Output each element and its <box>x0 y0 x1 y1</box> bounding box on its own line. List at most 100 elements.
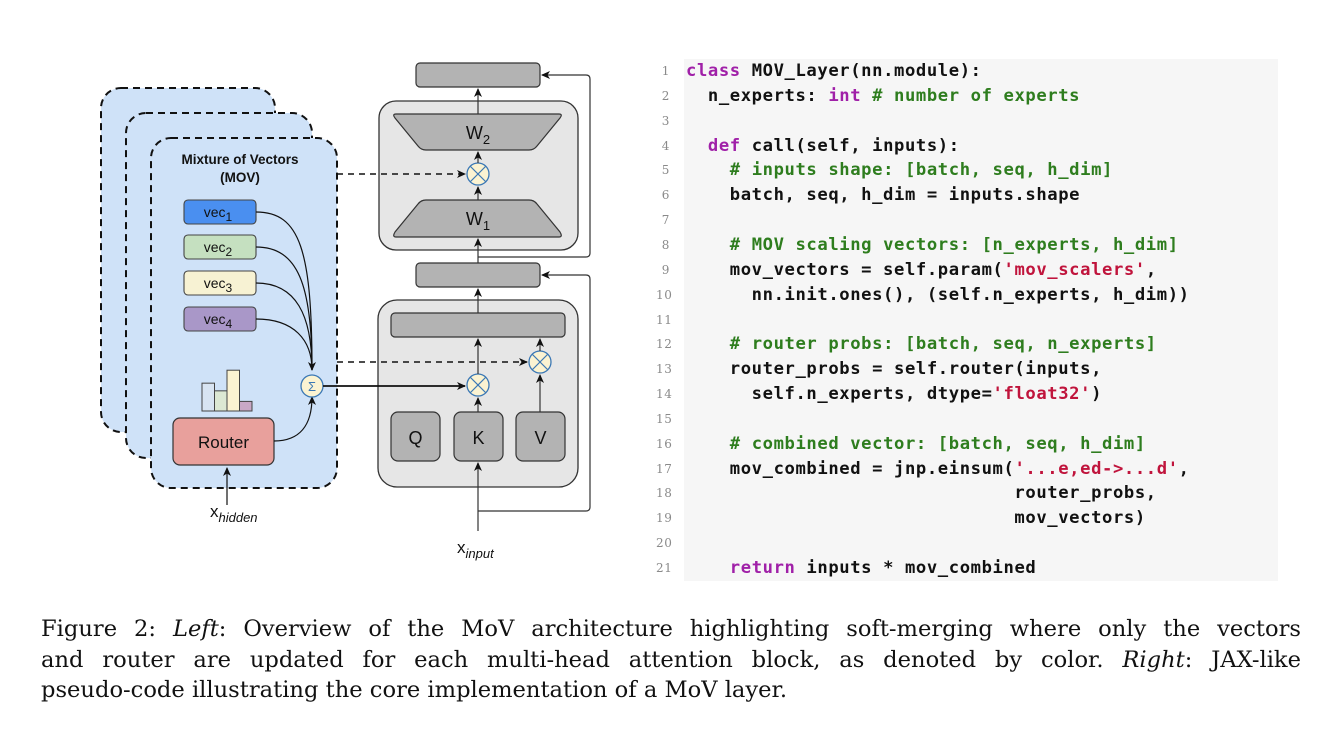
code-text: return inputs * mov_combined <box>686 556 1036 581</box>
code-string: '...e,ed->...d' <box>1014 458 1179 479</box>
line-number: 12 <box>656 337 673 352</box>
code-keyword: def <box>707 135 741 156</box>
code-token: call(self, inputs): <box>740 135 960 156</box>
code-line: 6 batch, seq, h_dim = inputs.shape <box>0 183 1332 208</box>
code-line: 8 # MOV scaling vectors: [n_experts, h_d… <box>0 233 1332 258</box>
code-keyword: return <box>729 558 796 578</box>
line-number: 11 <box>656 312 673 327</box>
code-comment: # inputs shape: [batch, seq, h_dim] <box>729 160 1113 181</box>
line-number: 18 <box>656 486 673 501</box>
code-token: , <box>1145 259 1157 280</box>
line-number: 19 <box>656 511 673 526</box>
code-keyword: class <box>686 61 741 81</box>
line-number: 5 <box>661 163 670 178</box>
caption-right-label: Right <box>1122 646 1185 673</box>
code-line: 10 nn.init.ones(), (self.n_experts, h_di… <box>0 283 1332 308</box>
code-line: 1 class MOV_Layer(nn.module): <box>0 59 1332 84</box>
code-line: 21 return inputs * mov_combined <box>0 556 1332 581</box>
code-token: MOV_Layer(nn.module): <box>740 61 982 81</box>
code-token: mov_combined = jnp.einsum( <box>686 458 1015 479</box>
code-line: 19 mov_vectors) <box>0 506 1332 531</box>
code-line: 3 <box>0 109 1332 134</box>
line-number: 7 <box>661 213 670 228</box>
code-line: 4 def call(self, inputs): <box>0 134 1332 159</box>
code-token: ) <box>1091 384 1103 405</box>
code-token: mov_vectors = self.param( <box>686 259 1004 280</box>
code-token: router_probs = self.router(inputs, <box>686 359 1103 380</box>
line-number: 9 <box>661 262 670 277</box>
line-number: 20 <box>656 536 673 551</box>
line-number: 14 <box>656 387 673 402</box>
code-string: 'mov_scalers' <box>1003 259 1146 280</box>
code-text: batch, seq, h_dim = inputs.shape <box>686 183 1080 208</box>
code-text: def call(self, inputs): <box>686 134 960 159</box>
code-token: inputs * mov_combined <box>795 558 1037 578</box>
code-token: n_experts: <box>686 85 829 106</box>
code-line: 7 <box>0 208 1332 233</box>
code-line: 5 # inputs shape: [batch, seq, h_dim] <box>0 158 1332 183</box>
code-text: mov_combined = jnp.einsum('...e,ed->...d… <box>686 457 1190 482</box>
line-number: 1 <box>661 64 670 78</box>
caption-line-2: and router are updated for each multi-he… <box>41 645 1301 676</box>
code-text: # combined vector: [batch, seq, h_dim] <box>686 432 1146 457</box>
caption-text-2: and router are updated for each multi-he… <box>41 646 1104 673</box>
code-token: self.n_experts, dtype= <box>686 384 993 405</box>
caption-text-1: : Overview of the MoV architecture highl… <box>218 616 1302 642</box>
code-text: n_experts: int # number of experts <box>686 84 1080 109</box>
code-line: 17 mov_combined = jnp.einsum('...e,ed->.… <box>0 457 1332 482</box>
caption-left-label: Left <box>172 616 219 642</box>
code-comment: # number of experts <box>861 85 1081 106</box>
code-text: # inputs shape: [batch, seq, h_dim] <box>686 158 1113 183</box>
line-number: 10 <box>656 287 673 302</box>
line-number: 15 <box>656 411 673 426</box>
caption-line-1: Figure 2: Left: Overview of the MoV arch… <box>41 614 1301 645</box>
code-text: # MOV scaling vectors: [n_experts, h_dim… <box>686 233 1179 258</box>
code-text: mov_vectors = self.param('mov_scalers', <box>686 258 1157 283</box>
code-line: 16 # combined vector: [batch, seq, h_dim… <box>0 432 1332 457</box>
caption-figure-label: Figure 2: <box>41 616 157 642</box>
code-token: batch, seq, h_dim = inputs.shape <box>686 185 1081 206</box>
line-number: 3 <box>661 113 670 128</box>
code-line: 15 <box>0 407 1332 432</box>
code-text: router_probs = self.router(inputs, <box>686 357 1102 382</box>
code-comment: # combined vector: [batch, seq, h_dim] <box>729 433 1146 454</box>
code-token: , <box>1178 458 1190 479</box>
caption-line-3: pseudo-code illustrating the core implem… <box>41 677 788 703</box>
line-number: 8 <box>661 237 670 252</box>
code-text: nn.init.ones(), (self.n_experts, h_dim)) <box>686 283 1190 308</box>
code-text: self.n_experts, dtype='float32') <box>686 382 1102 407</box>
code-line: 13 router_probs = self.router(inputs, <box>0 357 1332 382</box>
line-number: 16 <box>656 436 673 451</box>
code-string: 'float32' <box>992 384 1092 405</box>
figure-caption: Figure 2: Left: Overview of the MoV arch… <box>41 614 1301 706</box>
line-number: 17 <box>656 461 673 476</box>
code-text: class MOV_Layer(nn.module): <box>686 59 982 84</box>
code-line: 18 router_probs, <box>0 481 1332 506</box>
code-line: 12 # router probs: [batch, seq, n_expert… <box>0 332 1332 357</box>
line-number: 13 <box>656 362 673 377</box>
code-token: nn.init.ones(), (self.n_experts, h_dim)) <box>686 284 1190 305</box>
code-line: 9 mov_vectors = self.param('mov_scalers'… <box>0 258 1332 283</box>
code-token: router_probs, <box>686 483 1157 504</box>
line-number: 21 <box>656 561 673 575</box>
code-line: 2 n_experts: int # number of experts <box>0 84 1332 109</box>
code-token: mov_vectors) <box>686 508 1146 529</box>
code-line: 14 self.n_experts, dtype='float32') <box>0 382 1332 407</box>
caption-text-3: : JAX-like <box>1184 646 1301 673</box>
line-number: 2 <box>661 88 670 103</box>
line-number: 4 <box>661 138 670 153</box>
code-text: mov_vectors) <box>686 506 1146 531</box>
code-keyword: int <box>828 85 862 106</box>
code-comment: # router probs: [batch, seq, n_experts] <box>729 334 1157 355</box>
code-line: 11 <box>0 308 1332 333</box>
code-comment: # MOV scaling vectors: [n_experts, h_dim… <box>729 234 1179 255</box>
code-text: # router probs: [batch, seq, n_experts] <box>686 332 1157 357</box>
code-line: 20 <box>0 531 1332 556</box>
code-text: router_probs, <box>686 481 1157 506</box>
